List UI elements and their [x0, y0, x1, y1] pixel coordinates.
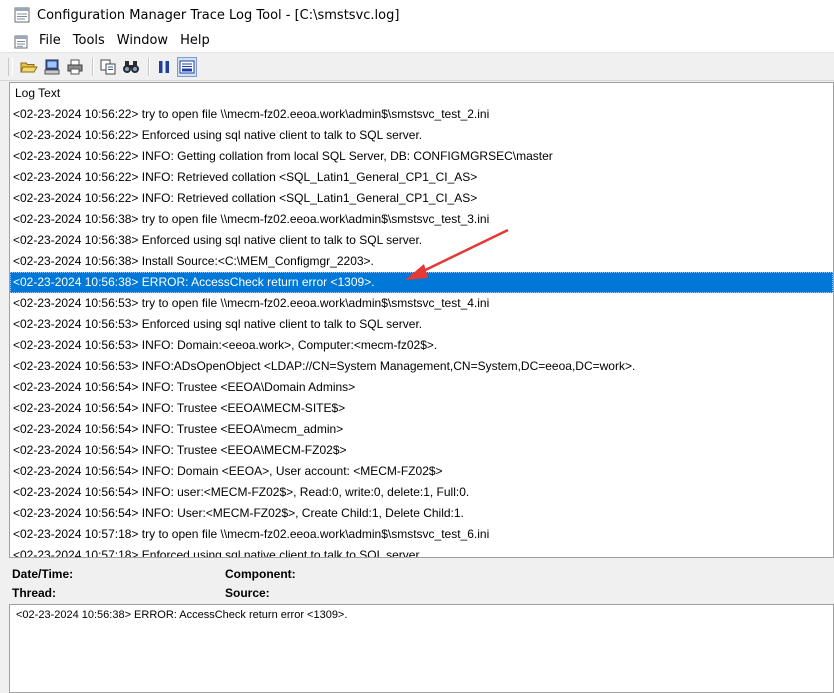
- log-row[interactable]: <02-23-2024 10:56:54> INFO: Trustee <EEO…: [10, 398, 833, 419]
- log-row[interactable]: <02-23-2024 10:56:54> INFO: User:<MECM-F…: [10, 503, 833, 524]
- menu-help[interactable]: Help: [174, 31, 216, 51]
- log-list[interactable]: Log Text <02-23-2024 10:56:22> try to op…: [9, 82, 834, 558]
- log-row[interactable]: <02-23-2024 10:56:22> INFO: Getting coll…: [10, 146, 833, 167]
- log-row[interactable]: <02-23-2024 10:56:38> try to open file \…: [10, 209, 833, 230]
- details-pane: Date/Time: Component: Thread: Source:: [9, 562, 834, 602]
- log-row[interactable]: <02-23-2024 10:56:53> Enforced using sql…: [10, 314, 833, 335]
- document-icon[interactable]: [14, 34, 28, 49]
- pause-icon[interactable]: [154, 57, 174, 77]
- copy-icon[interactable]: [98, 57, 118, 77]
- thread-label: Thread:: [12, 586, 57, 600]
- menu-file[interactable]: File: [33, 31, 67, 51]
- print-preview-icon[interactable]: [42, 57, 62, 77]
- log-row[interactable]: <02-23-2024 10:56:38> Install Source:<C:…: [10, 251, 833, 272]
- title-bar: Configuration Manager Trace Log Tool - […: [0, 0, 834, 30]
- log-text-column-header[interactable]: Log Text: [10, 83, 833, 104]
- window-title: Configuration Manager Trace Log Tool - […: [37, 7, 400, 23]
- log-row[interactable]: <02-23-2024 10:56:54> INFO: Trustee <EEO…: [10, 419, 833, 440]
- log-row[interactable]: <02-23-2024 10:56:22> INFO: Retrieved co…: [10, 167, 833, 188]
- open-icon[interactable]: [19, 57, 39, 77]
- log-row-selected[interactable]: <02-23-2024 10:56:38> ERROR: AccessCheck…: [10, 272, 833, 293]
- menu-tools[interactable]: Tools: [67, 31, 111, 51]
- log-row[interactable]: <02-23-2024 10:56:54> INFO: Trustee <EEO…: [10, 440, 833, 461]
- log-row[interactable]: <02-23-2024 10:57:18> try to open file \…: [10, 524, 833, 545]
- print-icon[interactable]: [65, 57, 85, 77]
- log-row[interactable]: <02-23-2024 10:56:53> try to open file \…: [10, 293, 833, 314]
- log-row[interactable]: <02-23-2024 10:56:22> try to open file \…: [10, 104, 833, 125]
- toolbar: [0, 52, 834, 81]
- menu-bar: File Tools Window Help: [0, 30, 834, 52]
- log-row[interactable]: <02-23-2024 10:56:53> INFO: Domain:<eeoa…: [10, 335, 833, 356]
- toolbar-separator: [148, 57, 150, 76]
- toolbar-separator: [92, 57, 94, 76]
- log-row[interactable]: <02-23-2024 10:56:22> INFO: Retrieved co…: [10, 188, 833, 209]
- log-row[interactable]: <02-23-2024 10:57:18> Enforced using sql…: [10, 545, 833, 557]
- log-row[interactable]: <02-23-2024 10:56:22> Enforced using sql…: [10, 125, 833, 146]
- message-detail-text: <02-23-2024 10:56:38> ERROR: AccessCheck…: [16, 609, 348, 621]
- log-row[interactable]: <02-23-2024 10:56:54> INFO: Domain <EEOA…: [10, 461, 833, 482]
- message-detail-box[interactable]: <02-23-2024 10:56:38> ERROR: AccessCheck…: [9, 604, 834, 693]
- datetime-label: Date/Time:: [12, 567, 74, 581]
- log-row[interactable]: <02-23-2024 10:56:54> INFO: Trustee <EEO…: [10, 377, 833, 398]
- log-row[interactable]: <02-23-2024 10:56:53> INFO:ADsOpenObject…: [10, 356, 833, 377]
- component-label: Component:: [225, 567, 296, 581]
- toolbar-grip[interactable]: [8, 57, 13, 76]
- find-icon[interactable]: [121, 57, 141, 77]
- app-icon: [14, 7, 30, 23]
- log-rows: <02-23-2024 10:56:22> try to open file \…: [10, 104, 833, 557]
- log-row[interactable]: <02-23-2024 10:56:54> INFO: user:<MECM-F…: [10, 482, 833, 503]
- view-toggle-icon[interactable]: [177, 56, 197, 77]
- menu-window[interactable]: Window: [111, 31, 174, 51]
- log-row[interactable]: <02-23-2024 10:56:38> Enforced using sql…: [10, 230, 833, 251]
- source-label: Source:: [225, 586, 270, 600]
